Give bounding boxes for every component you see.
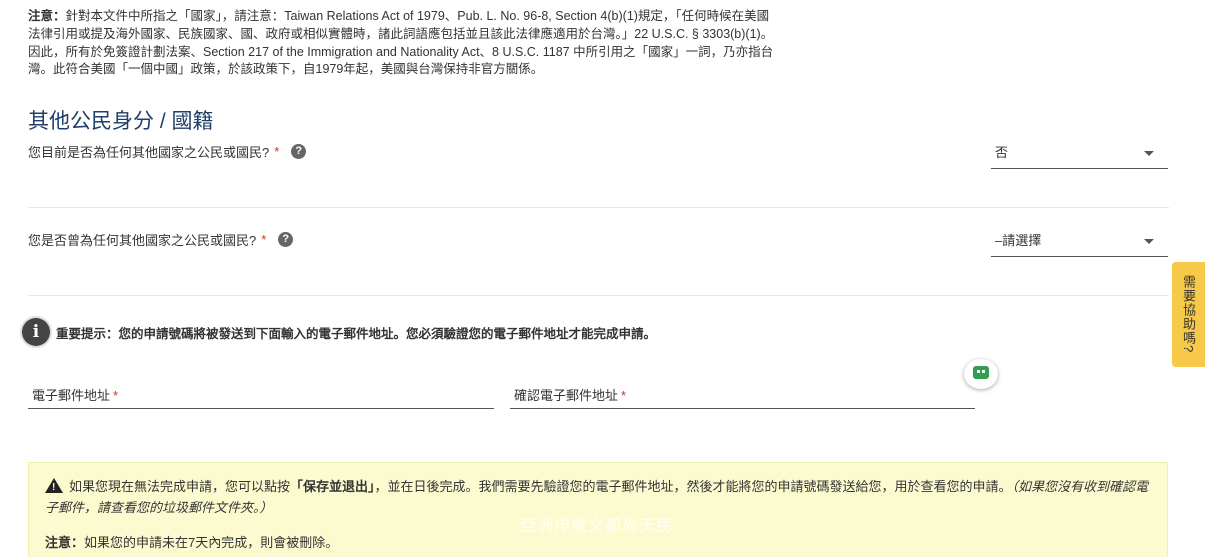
warning-triangle-icon [45,478,63,496]
caret-down-icon [1144,239,1154,244]
country-definition-note: 注意：針對本文件中所指之「國家」，請注意：Taiwan Relations Ac… [28,8,780,79]
question-circle-icon[interactable]: ? [278,232,294,247]
save-exit-warning: 如果您現在無法完成申請，您可以點按「保存並退出」，並在日後完成。我們需要先驗證您… [28,462,1168,557]
question-label-past: 您是否曾為任何其他國家之公民或國民? * ? [28,230,294,249]
question-text: 您是否曾為任何其他國家之公民或國民? [28,233,257,248]
important-notice-text: 重要提示：您的申請號碼將被發送到下面輸入的電子郵件地址。您必須驗證您的電子郵件地… [56,326,657,341]
selected-value: 否 [995,145,1009,160]
question-circle-icon[interactable]: ? [291,144,307,159]
save-and-exit-text: 「保存並退出」 [290,479,375,494]
caret-down-icon [1144,151,1154,156]
divider [28,295,1169,296]
question-label-current: 您目前是否為任何其他國家之公民或國民? * ? [28,142,307,161]
note-label: 注意： [28,9,66,23]
required-marker: * [274,144,280,159]
need-help-tab[interactable]: 需要協助嗎? [1172,262,1205,367]
watermark: 亞洲排旅文都尚天民 [520,516,674,535]
chat-bot-button[interactable] [964,359,998,389]
selected-value: –請選擇 [995,233,1042,248]
email-field[interactable]: 電子郵件地址 * [28,379,494,409]
confirm-email-field[interactable]: 確認電子郵件地址 * [510,379,975,409]
email-input[interactable] [28,379,494,408]
important-notice: i 重要提示：您的申請號碼將被發送到下面輸入的電子郵件地址。您必須驗證您的電子郵… [22,318,656,346]
confirm-email-input[interactable] [510,379,975,408]
chat-bot-icon [973,366,989,379]
section-title: 其他公民身分 / 國籍 [28,110,214,133]
question-text: 您目前是否為任何其他國家之公民或國民? [28,145,270,160]
required-marker: * [261,232,267,247]
note-text: 針對本文件中所指之「國家」，請注意：Taiwan Relations Act o… [28,9,774,77]
info-circle-icon: i [22,318,50,346]
need-help-label: 需要協助嗎? [1181,275,1196,354]
past-citizenship-select[interactable]: –請選擇 [991,227,1168,257]
current-citizenship-select[interactable]: 否 [991,139,1168,169]
divider [28,207,1169,208]
